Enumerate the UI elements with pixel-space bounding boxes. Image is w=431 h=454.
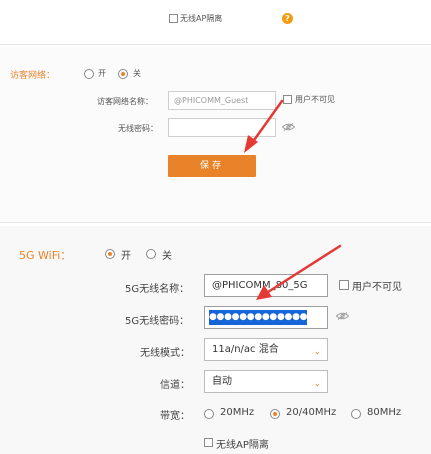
wifi-5g-hide-label: 用户不可见 <box>352 282 402 293</box>
save-button[interactable]: 保存 <box>168 155 256 177</box>
guest-hide-checkbox[interactable] <box>283 95 292 104</box>
wifi-5g-name-label: 5G无线名称： <box>125 284 190 295</box>
bandwidth-20-label: 20MHz <box>220 407 255 418</box>
wifi-5g-hide-checkbox[interactable] <box>339 280 349 290</box>
eye-icon[interactable] <box>336 312 349 320</box>
ap-isolation-label: 无线AP隔离 <box>180 14 223 23</box>
channel-select[interactable]: 自动 ⌄ <box>204 370 328 393</box>
bandwidth-2040-label: 20/40MHz <box>286 407 337 418</box>
divider <box>0 222 431 223</box>
wireless-mode-select[interactable]: 11a/n/ac 混合 ⌄ <box>204 338 328 361</box>
guest-on-label: 开 <box>98 69 106 78</box>
guest-password-label: 无线密码： <box>118 124 158 133</box>
wifi-5g-title: 5G WiFi： <box>19 249 72 262</box>
wifi-5g-password-input[interactable]: ●●●●●●●●●●●●●●● <box>204 306 328 329</box>
divider <box>0 44 431 45</box>
wifi-5g-on-radio[interactable] <box>105 249 115 259</box>
bandwidth-80-label: 80MHz <box>367 407 402 418</box>
chevron-down-icon: ⌄ <box>313 379 321 389</box>
bandwidth-2040-radio[interactable] <box>270 409 280 419</box>
wifi-5g-password-value: ●●●●●●●●●●●●●●● <box>209 310 307 325</box>
wifi-5g-name-input[interactable]: @PHICOMM_80_5G <box>204 274 328 297</box>
channel-value: 自动 <box>212 376 232 387</box>
wifi-5g-off-label: 关 <box>162 251 172 262</box>
bandwidth-20-radio[interactable] <box>204 409 214 419</box>
guest-hide-label: 用户不可见 <box>295 95 335 104</box>
channel-label: 信道： <box>160 380 190 391</box>
bandwidth-80-radio[interactable] <box>351 409 361 419</box>
guest-password-input[interactable] <box>168 118 276 137</box>
eye-icon[interactable] <box>282 123 295 131</box>
wifi-5g-off-radio[interactable] <box>146 249 156 259</box>
wifi-5g-ap-isolation-label: 无线AP隔离 <box>216 440 269 451</box>
guest-off-label: 关 <box>133 69 141 78</box>
guest-name-input[interactable]: @PHICOMM_Guest <box>168 91 276 110</box>
wireless-mode-value: 11a/n/ac 混合 <box>212 344 279 355</box>
guest-on-radio[interactable] <box>84 69 94 79</box>
ap-isolation-checkbox[interactable] <box>169 14 178 23</box>
wireless-mode-label: 无线模式： <box>140 348 190 359</box>
guest-network-title: 访客网络： <box>10 71 56 81</box>
bandwidth-label: 带宽： <box>160 411 190 422</box>
chevron-down-icon: ⌄ <box>313 347 321 357</box>
wifi-5g-password-label: 5G无线密码： <box>125 316 190 327</box>
guest-off-radio[interactable] <box>118 69 128 79</box>
help-icon[interactable]: ? <box>282 13 293 24</box>
wifi-5g-on-label: 开 <box>121 251 131 262</box>
wifi-5g-ap-isolation-checkbox[interactable] <box>204 438 213 447</box>
guest-name-label: 访客网络名称： <box>97 97 153 106</box>
